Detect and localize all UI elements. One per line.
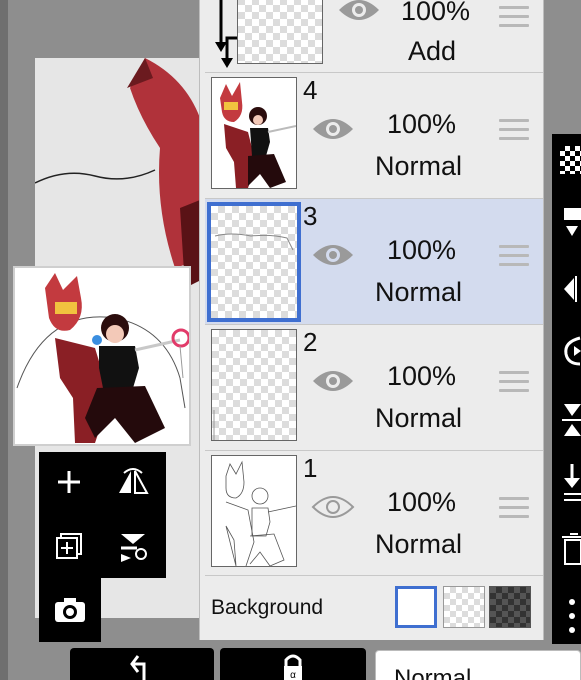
- flip-layer-icon[interactable]: [113, 462, 153, 502]
- eye-icon[interactable]: [337, 0, 381, 24]
- layer-number: 1: [303, 453, 318, 483]
- layer-thumbnail: [211, 77, 297, 189]
- layer-thumbnail: [211, 455, 297, 567]
- canvas-preview: [13, 266, 191, 446]
- layer-row-3[interactable]: 3 100% Normal: [205, 199, 543, 324]
- layer-thumbnail: [211, 329, 297, 441]
- layer-tools-panel: [39, 452, 166, 578]
- layer-blend-mode[interactable]: Normal: [375, 529, 462, 560]
- left-edge: [0, 0, 8, 680]
- blend-mode-value: Normal: [394, 665, 472, 680]
- background-white-swatch[interactable]: [395, 586, 437, 628]
- merge-down-icon[interactable]: [113, 526, 153, 566]
- eye-icon[interactable]: [311, 241, 355, 269]
- rotate-icon[interactable]: [562, 334, 581, 368]
- layer-opacity: 100%: [387, 487, 457, 517]
- flip-icon[interactable]: [562, 274, 581, 304]
- camera-panel: [39, 578, 101, 642]
- download-icon[interactable]: [562, 462, 581, 502]
- trash-icon[interactable]: [562, 532, 581, 566]
- lock-icon: α: [284, 654, 302, 680]
- layer-row-4[interactable]: 4 100% Normal: [205, 73, 543, 198]
- layer-row-2[interactable]: 2 100% Normal: [205, 325, 543, 450]
- blend-mode-select[interactable]: Normal: [375, 650, 581, 680]
- reorder-handle-icon[interactable]: [499, 497, 529, 523]
- camera-icon[interactable]: [50, 590, 90, 630]
- eye-icon[interactable]: [311, 115, 355, 143]
- undo-icon: [130, 655, 146, 680]
- reorder-handle-icon[interactable]: [499, 6, 529, 32]
- eye-icon[interactable]: [311, 493, 355, 521]
- layer-number: 3: [303, 201, 318, 231]
- clip-arrow-icon: [215, 0, 237, 68]
- app-screen: 100% Add 4 100% Normal 3 100% Normal 2 1…: [0, 0, 581, 680]
- background-dark-swatch[interactable]: [489, 586, 531, 628]
- background-transparent-swatch[interactable]: [443, 586, 485, 628]
- lock-button[interactable]: α: [220, 648, 366, 680]
- move-icon[interactable]: [562, 206, 581, 240]
- layer-opacity: 100%: [401, 0, 471, 26]
- svg-text:α: α: [290, 670, 296, 680]
- reorder-handle-icon[interactable]: [499, 371, 529, 397]
- layer-opacity: 100%: [387, 109, 457, 139]
- layer-blend-mode[interactable]: Normal: [375, 151, 462, 182]
- layer-row-1[interactable]: 1 100% Normal: [205, 451, 543, 576]
- layer-row-add[interactable]: 100% Add: [205, 0, 543, 73]
- layer-opacity: 100%: [387, 235, 457, 265]
- copy-layer-icon[interactable]: [49, 526, 89, 566]
- more-icon[interactable]: [566, 596, 578, 636]
- layer-blend-mode[interactable]: Add: [408, 36, 456, 67]
- layer-thumbnail: [237, 0, 323, 64]
- checker-icon[interactable]: [560, 146, 581, 174]
- reorder-handle-icon[interactable]: [499, 245, 529, 271]
- merge-icon[interactable]: [562, 402, 581, 438]
- layer-blend-mode[interactable]: Normal: [375, 403, 462, 434]
- layer-thumbnail: [207, 202, 301, 322]
- undo-button[interactable]: [70, 648, 214, 680]
- layer-opacity: 100%: [387, 361, 457, 391]
- preview-artwork: [16, 273, 189, 443]
- reorder-handle-icon[interactable]: [499, 119, 529, 145]
- background-row: Background: [205, 576, 543, 636]
- layer-number: 4: [303, 75, 318, 105]
- add-layer-icon[interactable]: [49, 462, 89, 502]
- layer-blend-mode[interactable]: Normal: [375, 277, 462, 308]
- right-toolbar: [552, 134, 581, 644]
- background-label: Background: [211, 596, 324, 619]
- eye-icon[interactable]: [311, 367, 355, 395]
- layer-number: 2: [303, 327, 318, 357]
